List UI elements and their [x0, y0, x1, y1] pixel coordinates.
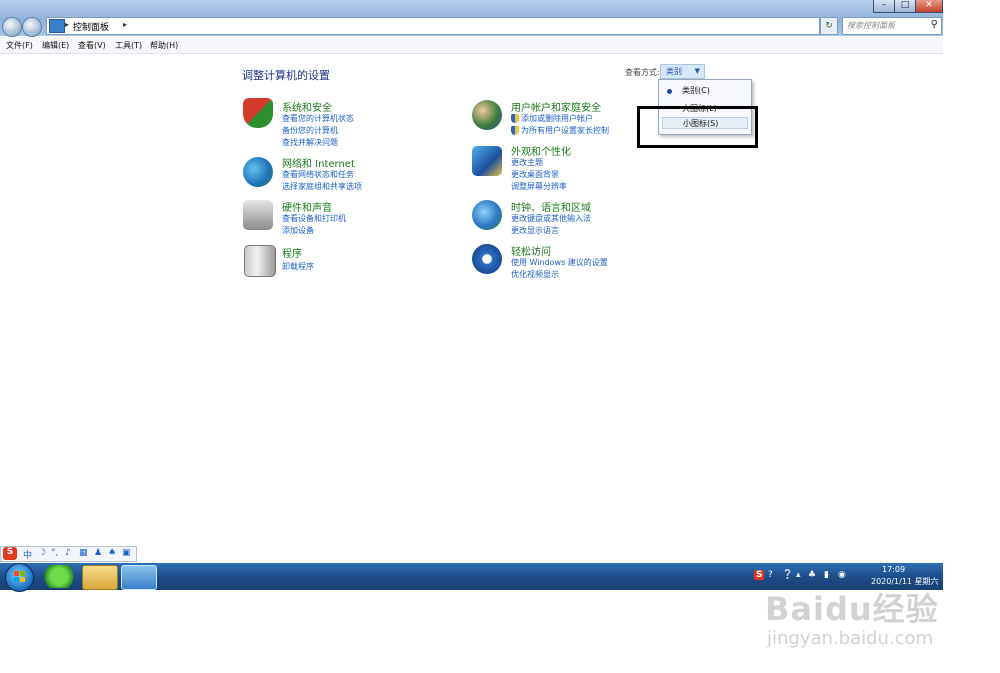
ime-toolbar: S 中 ☽ °, ♪ ▦ ♟ ♠ ▣	[0, 546, 137, 562]
forward-button[interactable]	[22, 17, 42, 37]
qq-icon[interactable]: ♣	[808, 570, 816, 580]
microphone-icon[interactable]: ♪	[65, 548, 71, 558]
minimize-button[interactable]: –	[873, 0, 895, 13]
moon-icon[interactable]: ☽	[38, 548, 46, 558]
chevron-down-icon: ▼	[694, 67, 700, 75]
network-icon[interactable]	[243, 157, 273, 187]
printer-icon[interactable]	[243, 200, 273, 230]
menu-edit[interactable]: 编辑(E)	[42, 40, 69, 51]
menu-file[interactable]: 文件(F)	[6, 40, 33, 51]
address-bar[interactable]: ▸ 控制面板 ▸ ▾	[46, 17, 857, 35]
show-hidden-icons[interactable]: ▴	[796, 570, 801, 580]
category-title-system-security[interactable]: 系统和安全	[282, 99, 332, 114]
user-icon[interactable]: ♟	[94, 548, 102, 558]
search-placeholder: 搜索控制面板	[847, 21, 895, 30]
programs-icon[interactable]	[244, 245, 276, 277]
link-troubleshoot[interactable]: 查找并解决问题	[282, 137, 338, 148]
link-backup[interactable]: 备份您的计算机	[282, 125, 338, 136]
page-title: 调整计算机的设置	[242, 69, 330, 82]
link-display-language[interactable]: 更改显示语言	[511, 225, 559, 236]
globe-clock-icon[interactable]	[472, 200, 502, 230]
windows-logo-icon	[14, 577, 19, 582]
annotation-highlight-box	[637, 106, 758, 148]
link-parental-controls[interactable]: 为所有用户设置家长控制	[521, 125, 609, 136]
view-by-label: 查看方式:	[625, 68, 660, 77]
link-add-remove-users[interactable]: 添加或删除用户帐户	[521, 113, 593, 124]
search-input[interactable]: 搜索控制面板 ⚲	[842, 17, 942, 35]
volume-icon[interactable]: ◉	[838, 570, 846, 580]
menu-tools[interactable]: 工具(T)	[115, 40, 142, 51]
category-title-appearance[interactable]: 外观和个性化	[511, 143, 571, 158]
category-title-user-accounts[interactable]: 用户帐户和家庭安全	[511, 99, 601, 114]
link-network-status[interactable]: 查看网络状态和任务	[282, 169, 354, 180]
content-area	[0, 54, 943, 562]
link-change-theme[interactable]: 更改主题	[511, 157, 543, 168]
category-title-hardware[interactable]: 硬件和声音	[282, 199, 332, 214]
view-by-dropdown[interactable]: 类别 ▼	[660, 64, 705, 79]
menu-item-category[interactable]: 类别(C)	[662, 84, 748, 97]
link-screen-resolution[interactable]: 调整屏幕分辨率	[511, 181, 567, 192]
link-uninstall[interactable]: 卸载程序	[282, 261, 314, 272]
maximize-button[interactable]: □	[894, 0, 916, 13]
browser-taskbar-icon[interactable]	[42, 565, 76, 588]
breadcrumb-separator[interactable]: ▸	[65, 20, 69, 29]
link-optimize-display[interactable]: 优化视频显示	[511, 269, 559, 280]
link-homegroup[interactable]: 选择家庭组和共享选项	[282, 181, 362, 192]
close-button[interactable]: ✕	[915, 0, 943, 13]
toolbox-icon[interactable]: ▣	[122, 548, 131, 558]
windows-logo-icon	[14, 571, 19, 576]
sogou-tray-icon[interactable]: S	[754, 570, 765, 580]
control-panel-taskbar-icon[interactable]	[121, 565, 157, 590]
menu-help[interactable]: 帮助(H)	[150, 40, 178, 51]
search-icon[interactable]: ⚲	[931, 19, 938, 30]
watermark-url: jingyan.baidu.com	[767, 628, 934, 649]
menu-view[interactable]: 查看(V)	[78, 40, 106, 51]
watermark-logo: Baidu经验	[765, 590, 939, 628]
sogou-logo-icon[interactable]: S	[3, 547, 17, 560]
uac-shield-icon	[511, 114, 519, 123]
back-button[interactable]	[2, 17, 22, 37]
users-icon[interactable]	[472, 100, 502, 130]
shield-icon[interactable]	[243, 98, 273, 128]
refresh-button[interactable]: ↻	[820, 17, 838, 35]
menu-bar: 文件(F) 编辑(E) 查看(V) 工具(T) 帮助(H)	[0, 37, 943, 54]
category-title-clock-language[interactable]: 时钟、语言和区域	[511, 199, 591, 214]
link-add-device[interactable]: 添加设备	[282, 225, 314, 236]
link-check-status[interactable]: 查看您的计算机状态	[282, 113, 354, 124]
category-title-ease-of-access[interactable]: 轻松访问	[511, 243, 551, 258]
breadcrumb-separator[interactable]: ▸	[123, 20, 127, 29]
punctuation-icon[interactable]: °,	[51, 548, 58, 558]
help-icon[interactable]: ?	[768, 570, 773, 580]
ime-mode-toggle[interactable]: 中	[23, 548, 32, 561]
keyboard-icon[interactable]: ▦	[79, 548, 88, 558]
breadcrumb-control-panel[interactable]: 控制面板	[73, 20, 109, 33]
cloud-icon[interactable]: ❔	[782, 570, 793, 580]
navigation-bar: ▸ 控制面板 ▸ ▾ ↻ 搜索控制面板 ⚲	[0, 14, 943, 37]
link-keyboard-input[interactable]: 更改键盘或其他输入法	[511, 213, 591, 224]
appearance-icon[interactable]	[472, 146, 502, 176]
accessibility-icon[interactable]	[472, 244, 502, 274]
control-panel-icon	[49, 19, 65, 33]
category-title-network[interactable]: 网络和 Internet	[282, 155, 355, 170]
uac-shield-icon	[511, 126, 519, 135]
clock-time[interactable]: 17:09	[882, 565, 905, 574]
link-devices-printers[interactable]: 查看设备和打印机	[282, 213, 346, 224]
skin-icon[interactable]: ♠	[108, 548, 116, 558]
explorer-taskbar-icon[interactable]	[82, 565, 118, 590]
windows-logo-icon	[20, 577, 25, 582]
start-button[interactable]	[5, 563, 34, 592]
link-recommended-settings[interactable]: 使用 Windows 建议的设置	[511, 257, 608, 268]
link-desktop-background[interactable]: 更改桌面背景	[511, 169, 559, 180]
view-by-value: 类别	[666, 67, 682, 76]
windows-logo-icon	[20, 571, 25, 576]
category-title-programs[interactable]: 程序	[282, 245, 302, 260]
network-status-icon[interactable]: ▮	[824, 570, 829, 580]
